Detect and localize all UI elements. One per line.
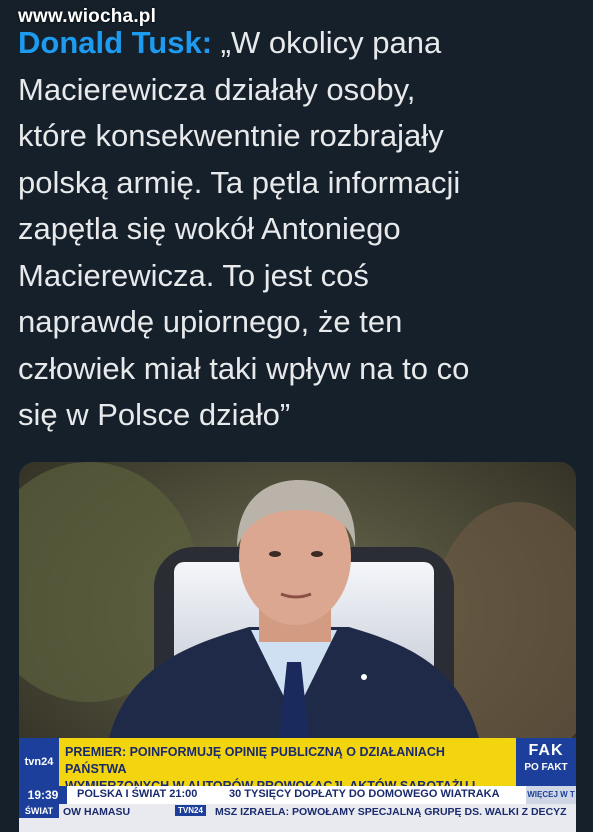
tweet-line: Macierewicza. To jest coś [18, 257, 369, 293]
tweet-line: które konsekwentnie rozbrajały [18, 118, 444, 153]
crawl-tag: ŚWIAT [19, 804, 59, 818]
crawl-item: OW HAMASU [63, 806, 131, 818]
tweet-line: naprawdę upiornego, że ten [18, 304, 403, 339]
info-text: 30 TYSIĘCY DOPŁATY DO DOMOWEGO WIATRAKA [229, 788, 500, 800]
tweet-author[interactable]: Donald Tusk: [18, 25, 212, 60]
tweet-line: się w Polsce działo” [18, 397, 291, 432]
more-info: WIĘCEJ W T [526, 786, 576, 804]
news-ticker-crawl: ŚWIAT OW HAMASU TVN24 MSZ IZRAELA: POWOŁ… [19, 804, 576, 832]
tweet-line: człowiek miał taki wpływ na to co [18, 350, 470, 386]
fakty-subtitle: PO FAKT [524, 762, 568, 773]
fakty-logo: FAK [528, 742, 564, 759]
tweet-text: Donald Tusk: „W okolicy pana Macierewicz… [18, 20, 578, 439]
tweet-line: „W okolicy pana [220, 25, 442, 60]
tweet-line: Macierewicza działały osoby, [18, 71, 416, 107]
channel-logo: tvn24 [19, 738, 59, 786]
site-watermark: www.wiocha.pl [18, 6, 157, 27]
clock: 19:39 [19, 786, 67, 804]
headline-line: PREMIER: POINFORMUJĘ OPINIĘ PUBLICZNĄ O … [65, 745, 445, 776]
tweet-media-image[interactable]: tvn24 PREMIER: POINFORMUJĘ OPINIĘ PUBLIC… [19, 462, 576, 832]
tweet-line: zapętla się wokół Antoniego [18, 211, 401, 246]
news-ticker-info: 19:39 POLSKA I ŚWIAT 21:00 30 TYSIĘCY DO… [19, 786, 576, 804]
fakty-box: FAK PO FAKT [516, 738, 576, 786]
program-info: POLSKA I ŚWIAT 21:00 [77, 788, 198, 800]
crawl-brand: TVN24 [175, 805, 206, 816]
crawl-item: MSZ IZRAELA: POWOŁAMY SPECJALNĄ GRUPĘ DS… [215, 806, 567, 818]
tweet-line: polską armię. Ta pętla informacji [18, 164, 461, 200]
news-ticker-headline: tvn24 PREMIER: POINFORMUJĘ OPINIĘ PUBLIC… [19, 738, 576, 810]
